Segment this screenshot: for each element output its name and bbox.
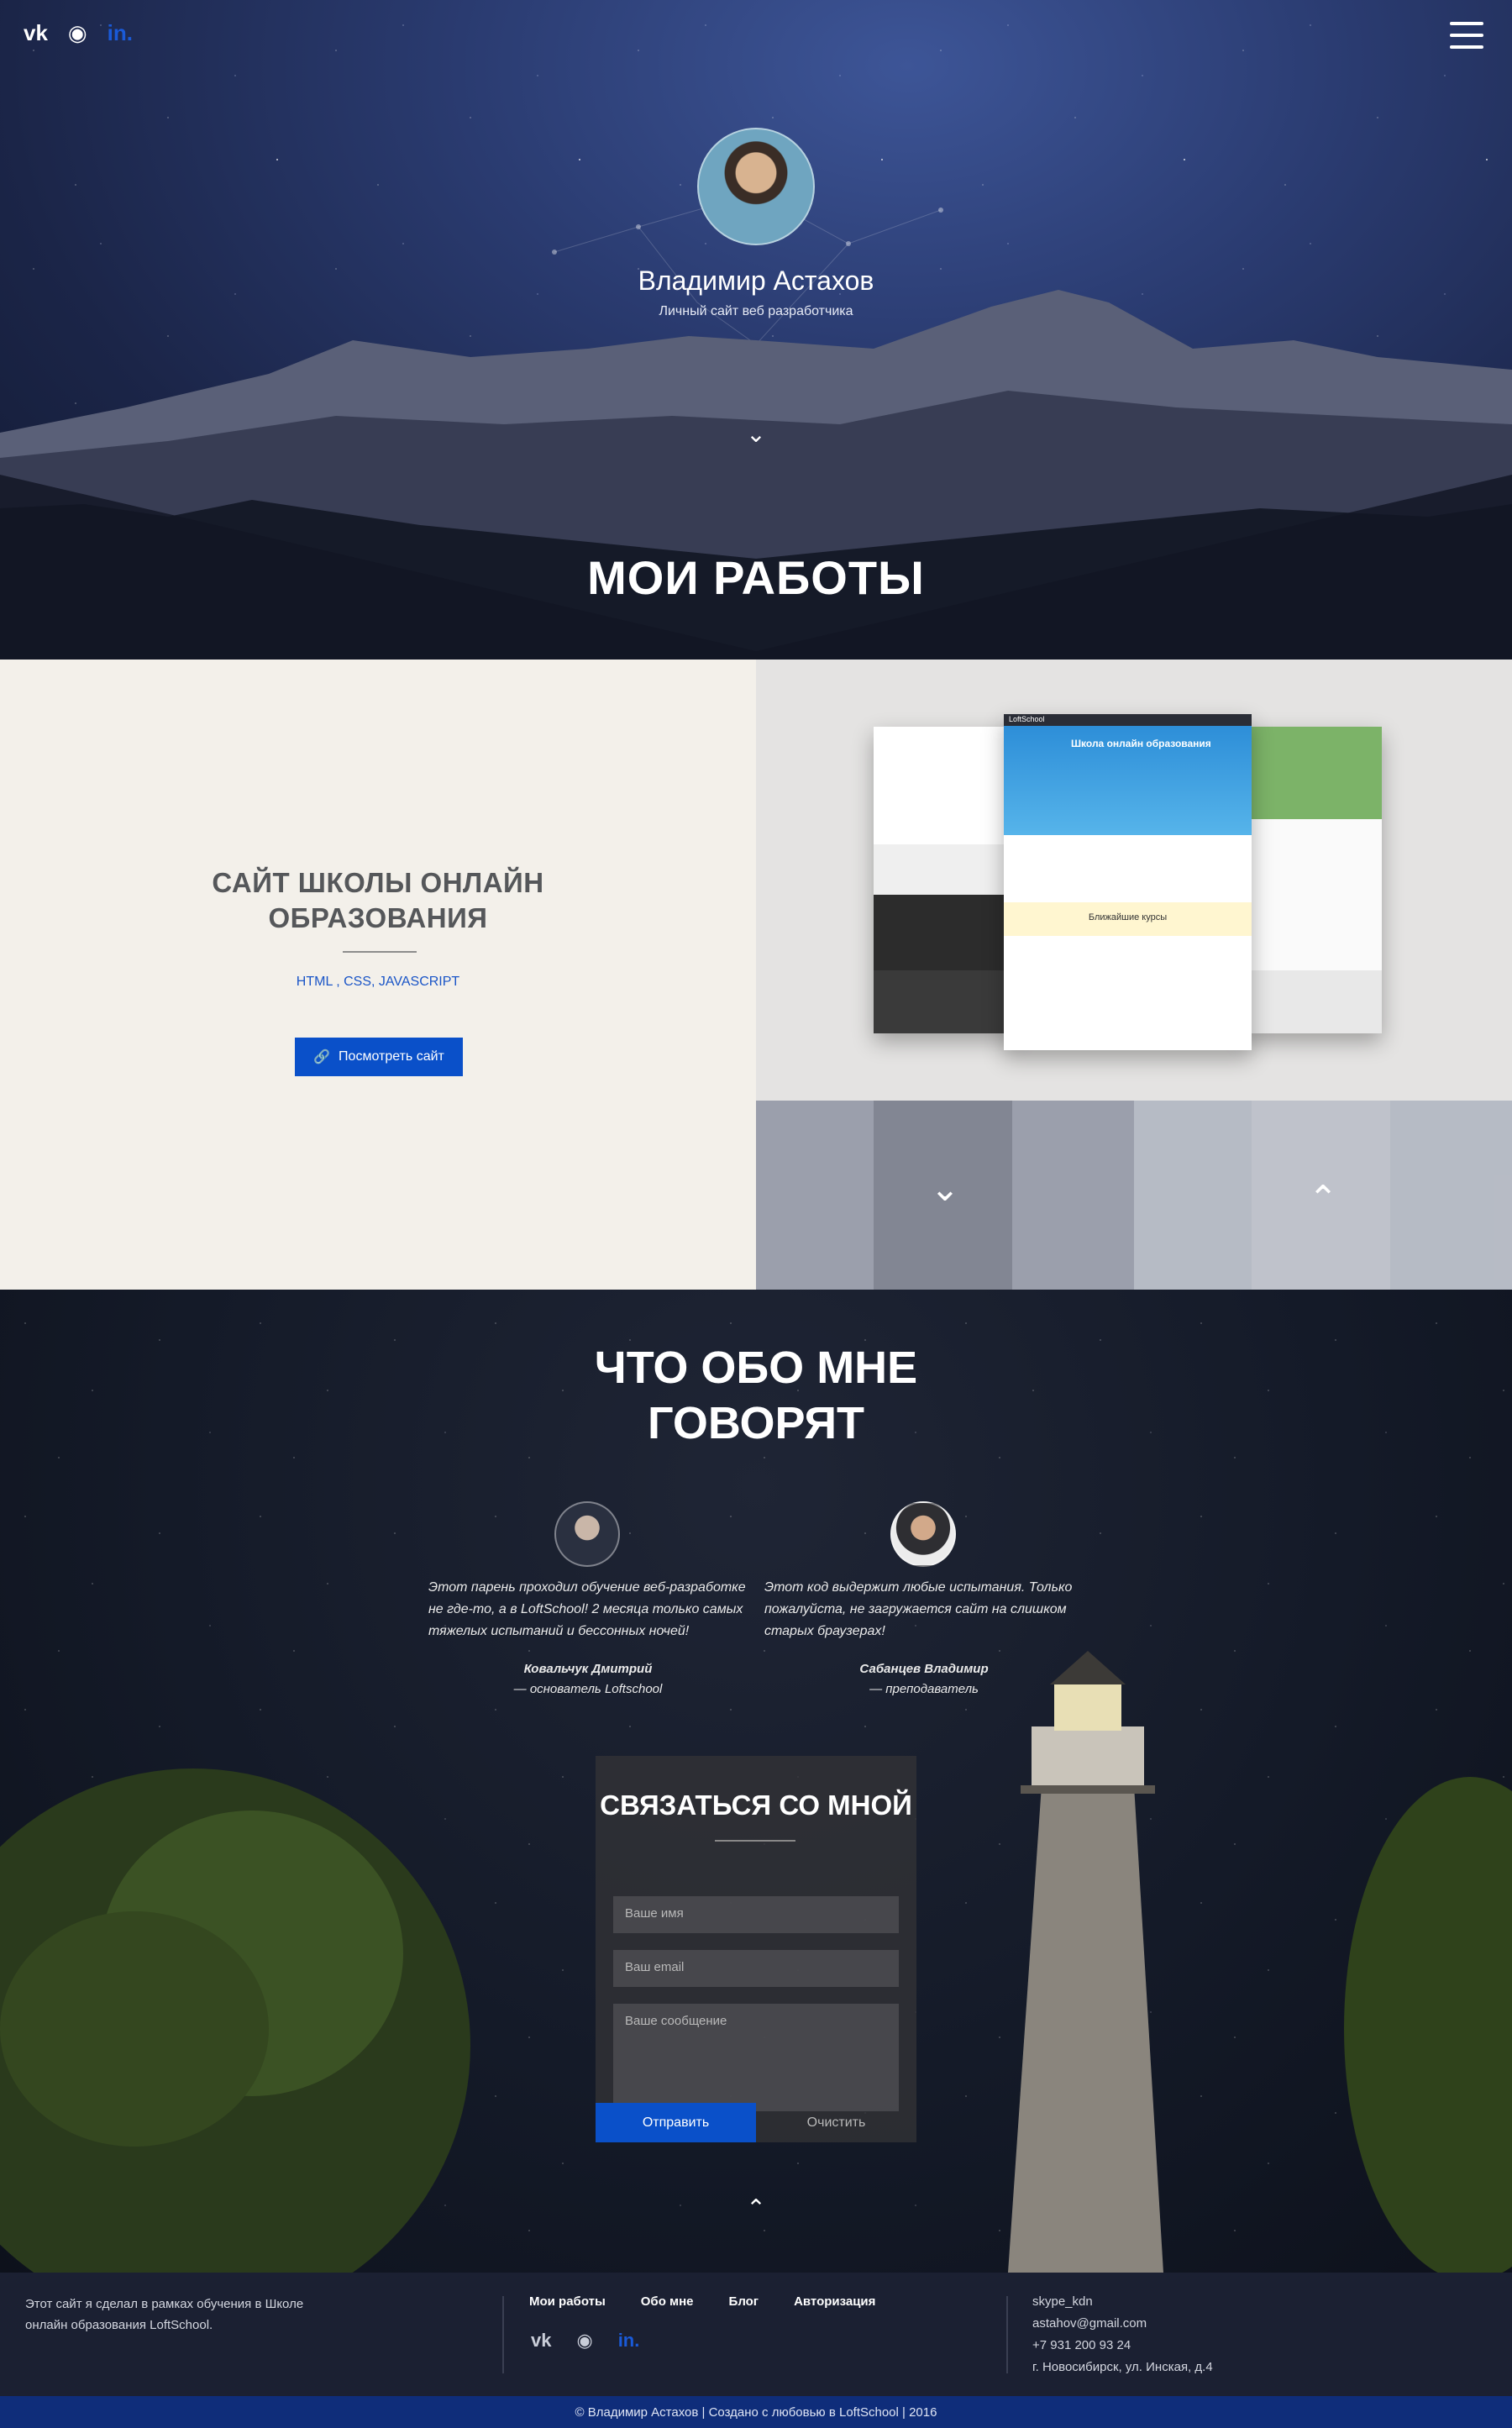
mockup-main: LoftSchool Школа онлайн образования Ближ… (1004, 714, 1252, 1050)
divider (715, 1840, 795, 1842)
work-title: САЙТ ШКОЛЫ ОНЛАЙН ОБРАЗОВАНИЯ (212, 867, 544, 933)
message-textarea[interactable]: Ваше сообщение (613, 2004, 899, 2111)
footer-nav: Мои работы Обо мне Блог Авторизация (529, 2294, 875, 2309)
work-description-panel: САЙТ ШКОЛЫ ОНЛАЙН ОБРАЗОВАНИЯ HTML , CSS… (0, 660, 756, 1290)
footer-about: Этот сайт я сделал в рамках обучения в Ш… (25, 2297, 304, 2332)
linkedin-icon[interactable]: in. (108, 20, 133, 46)
testimonial-author: Ковальчук Дмитрий — основатель Loftschoo… (513, 1662, 663, 1696)
chevron-down-icon[interactable]: ⌄ (739, 420, 773, 448)
testimonial-quote: Этот парень проходил обучение веб-разраб… (428, 1580, 746, 1638)
prev-work-thumbnail[interactable]: ⌄ (756, 1101, 1134, 1290)
contact-skype: skype_kdn (1032, 2294, 1093, 2309)
testimonial-avatar (890, 1501, 956, 1567)
chevron-up-icon[interactable]: ⌄ (1306, 1176, 1340, 1217)
github-icon[interactable]: ◉ (68, 20, 87, 46)
mockup-left (874, 727, 1016, 1033)
name-input[interactable]: Ваше имя (613, 1896, 899, 1933)
divider (343, 951, 417, 953)
footer-social-links: vk ◉ in. (531, 2330, 639, 2352)
testimonial-author: Сабанцев Владимир — преподаватель (859, 1662, 989, 1696)
hamburger-icon[interactable] (1450, 22, 1483, 49)
mockup-right (1243, 727, 1382, 1033)
profile-name: Владимир Астахов (638, 265, 874, 296)
contact-title: СВЯЗАТЬСЯ СО МНОЙ (600, 1789, 912, 1821)
divider (502, 2296, 504, 2373)
divider (1006, 2296, 1008, 2373)
footer-nav-blog[interactable]: Блог (729, 2294, 759, 2309)
header-social-links: vk ◉ in. (24, 20, 133, 46)
clear-button[interactable]: Очистить (756, 2103, 916, 2142)
works-section: САЙТ ШКОЛЫ ОНЛАЙН ОБРАЗОВАНИЯ HTML , CSS… (0, 660, 1512, 1290)
contact-form: СВЯЗАТЬСЯ СО МНОЙ Ваше имя Ваш email Ваш… (596, 1756, 916, 2142)
vk-icon[interactable]: vk (531, 2330, 551, 2352)
footer: Этот сайт я сделал в рамках обучения в Ш… (0, 2273, 1512, 2396)
chevron-up-icon[interactable]: ⌄ (739, 2193, 773, 2220)
vk-icon[interactable]: vk (24, 20, 48, 46)
contact-email[interactable]: astahov@gmail.com (1032, 2313, 1213, 2335)
work-preview: LoftSchool Школа онлайн образования Ближ… (756, 660, 1512, 1101)
email-input[interactable]: Ваш email (613, 1950, 899, 1987)
next-work-thumbnail[interactable]: ⌄ (1134, 1101, 1512, 1290)
view-site-button[interactable]: 🔗 Посмотреть сайт (295, 1038, 463, 1076)
profile-avatar (697, 128, 815, 245)
footer-nav-about[interactable]: Обо мне (641, 2294, 694, 2309)
contact-phone: +7 931 200 93 24 (1032, 2338, 1131, 2352)
footer-nav-works[interactable]: Мои работы (529, 2294, 606, 2309)
link-icon: 🔗 (313, 1050, 331, 1064)
linkedin-icon[interactable]: in. (618, 2330, 640, 2352)
testimonial-quote: Этот код выдержит любые испытания. Тольк… (764, 1580, 1073, 1638)
testimonials-title: ЧТО ОБО МНЕ ГОВОРЯТ (594, 1343, 918, 1448)
chevron-down-icon[interactable]: ⌄ (928, 1168, 962, 1209)
footer-nav-login[interactable]: Авторизация (794, 2294, 875, 2309)
testimonial-avatar (554, 1501, 620, 1567)
footer-contacts: skype_kdn astahov@gmail.com +7 931 200 9… (1032, 2291, 1213, 2378)
work-technologies: HTML , CSS, JAVASCRIPT (296, 975, 460, 989)
copyright-bar: © Владимир Астахов | Создано с любовью в… (0, 2396, 1512, 2428)
section-title-works: МОИ РАБОТЫ (587, 551, 925, 604)
profile-subtitle: Личный сайт веб разработчика (659, 304, 853, 318)
send-button[interactable]: Отправить (596, 2103, 756, 2142)
view-site-label: Посмотреть сайт (339, 1049, 444, 1064)
testimonials-contact-section: ЧТО ОБО МНЕ ГОВОРЯТ Этот парень проходил… (0, 1290, 1512, 2273)
hero-section: vk ◉ in. Владимир Астахов Личный сайт ве… (0, 0, 1512, 660)
github-icon[interactable]: ◉ (576, 2330, 592, 2352)
contact-address: г. Новосибирск, ул. Инская, д.4 (1032, 2360, 1213, 2374)
